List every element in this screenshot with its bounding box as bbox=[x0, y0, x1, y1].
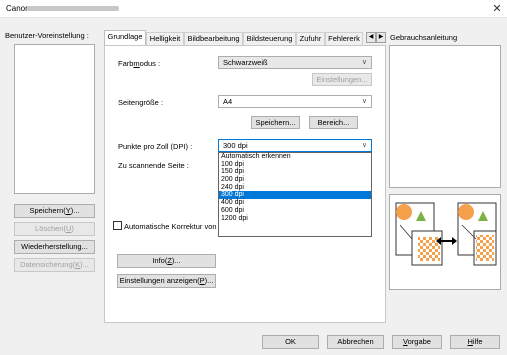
tab-bildbearbeitung[interactable]: Bildbearbeitung bbox=[184, 32, 243, 45]
help-label: Gebrauchsanleitung bbox=[390, 33, 458, 42]
preset-list[interactable] bbox=[14, 44, 95, 194]
help-button[interactable]: Hilfe bbox=[450, 335, 500, 349]
chevron-down-icon: ∨ bbox=[361, 98, 367, 105]
save-preset-button[interactable]: Speichern(Y)... bbox=[14, 204, 95, 218]
document-rotation-preview bbox=[395, 202, 497, 266]
dpi-option[interactable]: 200 dpi bbox=[219, 176, 371, 184]
close-icon[interactable]: ✕ bbox=[490, 2, 504, 16]
dpi-value: 300 dpi bbox=[223, 141, 248, 150]
preview-image bbox=[389, 194, 501, 290]
tab-scroll-left-icon[interactable]: ◀ bbox=[366, 32, 376, 43]
show-settings-button[interactable]: Einstellungen anzeigen(P)... bbox=[117, 274, 216, 288]
page-size-select[interactable]: A4 ∨ bbox=[218, 95, 372, 108]
restore-button[interactable]: Wiederherstellung... bbox=[14, 240, 95, 254]
dpi-dropdown-list[interactable]: Automatisch erkennen 100 dpi 150 dpi 200… bbox=[218, 152, 372, 237]
dpi-option[interactable]: 150 dpi bbox=[219, 168, 371, 176]
tab-fehlererkennung[interactable]: Fehlererk bbox=[325, 32, 363, 45]
dpi-option[interactable]: 100 dpi bbox=[219, 161, 371, 169]
chevron-down-icon: ∨ bbox=[361, 142, 367, 149]
save-size-button[interactable]: Speichern... bbox=[251, 116, 300, 129]
auto-correct-checkbox[interactable] bbox=[113, 221, 122, 230]
tab-grundlage[interactable]: Grundlage bbox=[104, 30, 146, 46]
dpi-option-selected[interactable]: 300 dpi bbox=[219, 191, 371, 200]
help-panel bbox=[389, 45, 501, 188]
ok-button[interactable]: OK bbox=[262, 335, 319, 349]
color-mode-select[interactable]: Schwarzweiß ∨ bbox=[218, 56, 372, 69]
page-size-label: Seitengröße : bbox=[118, 98, 164, 107]
dpi-option[interactable]: 1200 dpi bbox=[219, 215, 371, 223]
auto-correct-label: Automatische Korrektur von S bbox=[124, 222, 217, 231]
delete-preset-button[interactable]: Löschen(U) bbox=[14, 222, 95, 236]
chevron-down-icon: ∨ bbox=[361, 59, 367, 66]
dpi-option[interactable]: 600 dpi bbox=[219, 207, 371, 215]
dpi-label: Punkte pro Zoll (DPI) : bbox=[118, 142, 193, 151]
dpi-option[interactable]: 400 dpi bbox=[219, 199, 371, 207]
area-button[interactable]: Bereich... bbox=[309, 116, 358, 129]
tab-zufuhr[interactable]: Zufuhr bbox=[296, 32, 325, 45]
color-mode-label: Farbmodus : bbox=[118, 59, 161, 68]
tab-scroll-right-icon[interactable]: ▶ bbox=[376, 32, 386, 43]
info-button[interactable]: Info(Z)... bbox=[117, 254, 216, 268]
scan-side-label: Zu scannende Seite : bbox=[118, 161, 189, 170]
dpi-option[interactable]: Automatisch erkennen bbox=[219, 153, 371, 161]
default-button[interactable]: Vorgabe bbox=[392, 335, 442, 349]
tab-bildsteuerung[interactable]: Bildsteuerung bbox=[243, 32, 296, 45]
tab-helligkeit[interactable]: Helligkeit bbox=[146, 32, 184, 45]
title-bar: Canon ✕ bbox=[0, 0, 507, 18]
title-blur bbox=[27, 6, 119, 11]
backup-button[interactable]: Datensicherung(K)... bbox=[14, 258, 95, 272]
color-mode-value: Schwarzweiß bbox=[223, 58, 268, 67]
dpi-select[interactable]: 300 dpi ∨ bbox=[218, 139, 372, 152]
settings-button[interactable]: Einstellungen... bbox=[312, 73, 372, 86]
preset-label: Benutzer-Voreinstellung : bbox=[5, 31, 89, 40]
page-size-value: A4 bbox=[223, 97, 233, 106]
cancel-button[interactable]: Abbrechen bbox=[327, 335, 384, 349]
dpi-option[interactable]: 240 dpi bbox=[219, 184, 371, 192]
